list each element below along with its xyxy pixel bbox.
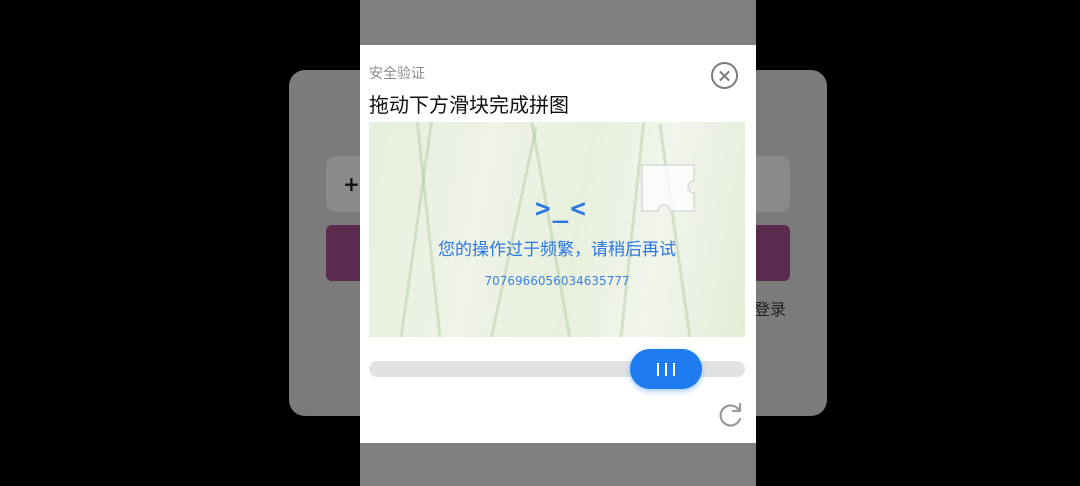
grass-blade: [658, 123, 692, 337]
grass-blade: [529, 122, 572, 337]
dialog-title: 拖动下方滑块完成拼图: [369, 93, 569, 117]
grass-blade: [619, 122, 648, 337]
background-input-prefix: +: [343, 172, 360, 196]
puzzle-image: >_< 您的操作过于频繁，请稍后再试 7076966056034635777: [369, 122, 745, 337]
grip-line: [665, 362, 667, 376]
close-icon[interactable]: [711, 62, 738, 89]
error-message: 您的操作过于频繁，请稍后再试: [438, 240, 676, 260]
refresh-icon[interactable]: [718, 402, 744, 428]
background-login-link: 登录: [754, 300, 787, 319]
grass-blade: [489, 126, 538, 337]
error-face: >_<: [535, 194, 588, 224]
grip-line: [673, 362, 675, 376]
dialog-subtitle: 安全验证: [369, 66, 425, 82]
error-code: 7076966056034635777: [484, 274, 630, 288]
puzzle-piece-slot: [641, 164, 695, 212]
grass-blade: [414, 122, 442, 337]
slider-handle[interactable]: [630, 349, 702, 389]
grip-line: [657, 362, 659, 376]
captcha-dialog: 安全验证 拖动下方滑块完成拼图 >_< 您的操作过于频繁，请稍后再试 70769…: [360, 45, 756, 443]
